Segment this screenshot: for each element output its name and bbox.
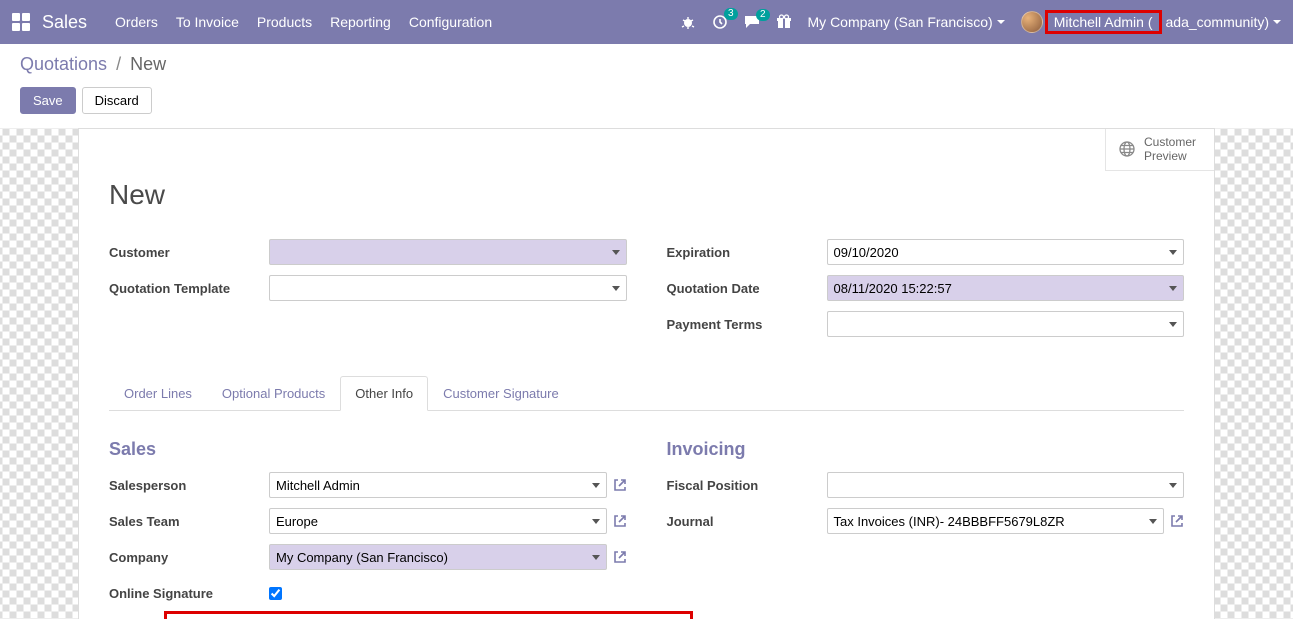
chevron-down-icon [1169, 286, 1177, 291]
external-link-icon[interactable] [613, 514, 627, 528]
save-button[interactable]: Save [20, 87, 76, 114]
top-nav: Orders To Invoice Products Reporting Con… [115, 14, 492, 30]
label-expiration: Expiration [667, 245, 827, 260]
label-company: Company [109, 550, 269, 565]
gift-icon[interactable] [776, 14, 792, 30]
user-menu[interactable]: Mitchell Admin (ada_community) [1021, 10, 1281, 34]
page-title: New [109, 179, 1184, 211]
nav-to-invoice[interactable]: To Invoice [176, 14, 239, 30]
control-panel: Quotations / New Save Discard [0, 44, 1293, 129]
chevron-down-icon [612, 250, 620, 255]
label-fiscal-position: Fiscal Position [667, 478, 827, 493]
nav-reporting[interactable]: Reporting [330, 14, 391, 30]
chevron-down-icon [592, 519, 600, 524]
topbar: Sales Orders To Invoice Products Reporti… [0, 0, 1293, 44]
breadcrumb: Quotations / New [20, 54, 1273, 75]
sales-team-field[interactable]: Europe [269, 508, 607, 534]
form-sheet: Customer Preview New Customer Quotation … [78, 128, 1215, 619]
tab-other-info[interactable]: Other Info [340, 376, 428, 411]
notebook-tabs: Order Lines Optional Products Other Info… [109, 375, 1184, 411]
debug-icon[interactable] [680, 14, 696, 30]
nav-products[interactable]: Products [257, 14, 312, 30]
label-online-signature: Online Signature [109, 586, 269, 601]
activities-icon[interactable]: 3 [712, 14, 728, 30]
external-link-icon[interactable] [613, 478, 627, 492]
company-switcher[interactable]: My Company (San Francisco) [808, 14, 1005, 30]
company-field[interactable]: My Company (San Francisco) [269, 544, 607, 570]
chevron-down-icon [612, 286, 620, 291]
breadcrumb-current: New [130, 54, 166, 74]
payment-terms-field[interactable] [827, 311, 1185, 337]
section-invoicing: Invoicing [667, 439, 1185, 460]
discard-button[interactable]: Discard [82, 87, 152, 114]
content-area[interactable]: Customer Preview New Customer Quotation … [0, 128, 1293, 619]
chevron-down-icon [1169, 483, 1177, 488]
label-quotation-template: Quotation Template [109, 281, 269, 296]
chevron-down-icon [592, 555, 600, 560]
nav-orders[interactable]: Orders [115, 14, 158, 30]
nav-configuration[interactable]: Configuration [409, 14, 492, 30]
tab-customer-signature[interactable]: Customer Signature [428, 376, 574, 411]
tab-order-lines[interactable]: Order Lines [109, 376, 207, 411]
label-journal: Journal [667, 514, 827, 529]
company-name: My Company (San Francisco) [808, 14, 993, 30]
quotation-template-field[interactable] [269, 275, 627, 301]
apps-icon[interactable] [12, 13, 30, 31]
chevron-down-icon [592, 483, 600, 488]
customer-field[interactable] [269, 239, 627, 265]
breadcrumb-root[interactable]: Quotations [20, 54, 107, 74]
section-sales: Sales [109, 439, 627, 460]
avatar [1021, 11, 1043, 33]
action-buttons: Save Discard [20, 87, 1273, 114]
fiscal-position-field[interactable] [827, 472, 1185, 498]
expiration-field[interactable]: 09/10/2020 [827, 239, 1185, 265]
external-link-icon[interactable] [613, 550, 627, 564]
journal-field[interactable]: Tax Invoices (INR)- 24BBBFF5679L8ZR [827, 508, 1165, 534]
app-brand[interactable]: Sales [42, 12, 87, 33]
topbar-right: 3 2 My Company (San Francisco) Mitchell … [680, 10, 1281, 34]
label-quotation-date: Quotation Date [667, 281, 827, 296]
customer-preview-button[interactable]: Customer Preview [1105, 129, 1214, 171]
salesperson-field[interactable]: Mitchell Admin [269, 472, 607, 498]
label-salesperson: Salesperson [109, 478, 269, 493]
user-name-highlight: Mitchell Admin ( [1045, 10, 1162, 34]
chevron-down-icon [1169, 322, 1177, 327]
external-link-icon[interactable] [1170, 514, 1184, 528]
tab-optional-products[interactable]: Optional Products [207, 376, 340, 411]
label-sales-team: Sales Team [109, 514, 269, 529]
label-payment-terms: Payment Terms [667, 317, 827, 332]
label-customer: Customer [109, 245, 269, 260]
user-suffix: ada_community) [1166, 14, 1270, 30]
chevron-down-icon [1149, 519, 1157, 524]
messages-badge: 2 [756, 9, 770, 21]
online-signature-checkbox[interactable] [269, 587, 282, 600]
activities-badge: 3 [724, 8, 738, 20]
chevron-down-icon [1169, 250, 1177, 255]
messages-icon[interactable]: 2 [744, 15, 760, 29]
quotation-date-field[interactable]: 08/11/2020 15:22:57 [827, 275, 1185, 301]
